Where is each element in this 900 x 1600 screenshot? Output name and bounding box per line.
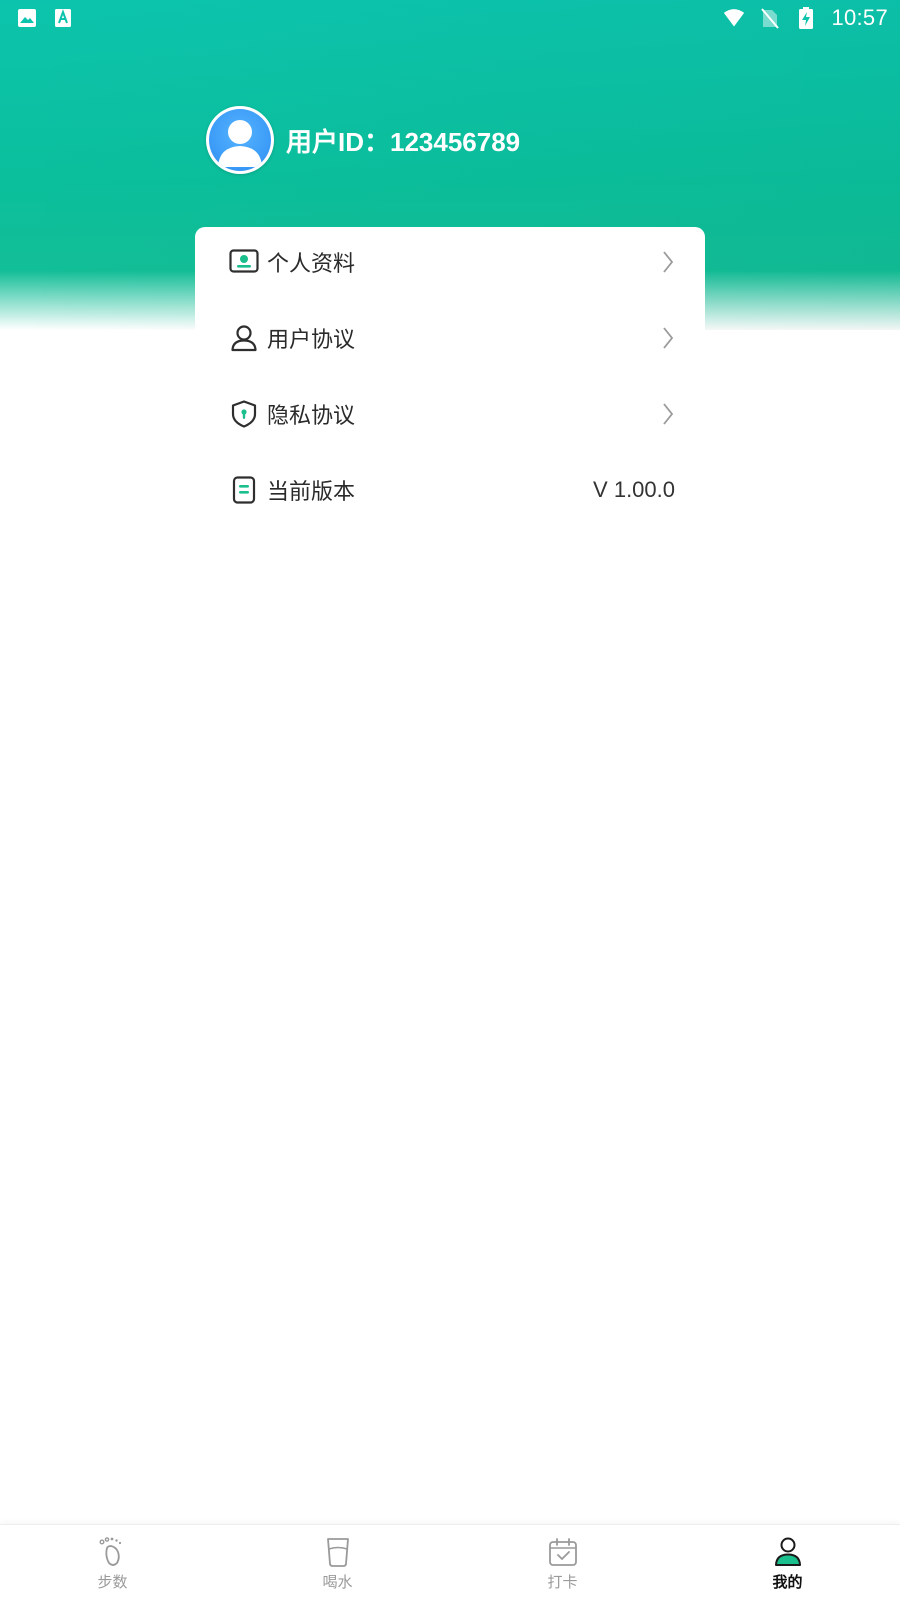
user-id-label: 用户ID：123456789 [286,126,521,157]
menu-item-label: 隐私协议 [267,404,356,429]
user-outline-icon [229,323,259,353]
tab-water[interactable]: 喝水 [225,1525,450,1600]
battery-charging-icon [795,7,817,29]
menu-item-current-version: 当前版本 V 1.00.0 [195,455,705,525]
image-icon [16,7,38,29]
status-left [16,7,74,29]
chevron-right-icon [661,402,675,426]
menu-item-label: 用户协议 [267,328,356,353]
avatar-person-icon [209,109,271,171]
tab-label: 喝水 [322,1573,353,1591]
profile-header: 用户ID：123456789 [206,106,520,174]
footprint-icon [96,1535,130,1569]
tab-steps[interactable]: 步数 [0,1525,225,1600]
tab-mine[interactable]: 我的 [675,1525,900,1600]
menu-card: 个人资料 用户协议 隐私协议 当前版本 V 1.00.0 [195,227,705,532]
wifi-icon [723,7,745,29]
tab-label: 我的 [772,1573,803,1591]
no-sim-icon [759,7,781,29]
menu-item-personal-info[interactable]: 个人资料 [195,227,705,297]
shield-lock-icon [229,399,259,429]
tab-label: 步数 [97,1573,128,1591]
tab-checkin[interactable]: 打卡 [450,1525,675,1600]
menu-item-label: 个人资料 [267,252,356,277]
chevron-right-icon [661,250,675,274]
bottom-nav: 步数 喝水 打卡 我的 [0,1524,900,1600]
person-icon [771,1535,805,1569]
chevron-right-icon [661,326,675,350]
menu-item-user-agreement[interactable]: 用户协议 [195,303,705,373]
menu-item-label: 当前版本 [267,480,356,505]
status-time: 10:57 [831,5,888,30]
menu-item-privacy-policy[interactable]: 隐私协议 [195,379,705,449]
cup-icon [321,1535,355,1569]
text-a-icon [52,7,74,29]
tab-label: 打卡 [547,1573,578,1591]
profile-card-icon [229,247,259,277]
document-icon [229,475,259,505]
version-value: V 1.00.0 [593,477,675,502]
avatar[interactable] [206,106,274,174]
status-right: 10:57 [723,5,888,31]
status-bar: 10:57 [0,0,900,36]
calendar-check-icon [546,1535,580,1569]
